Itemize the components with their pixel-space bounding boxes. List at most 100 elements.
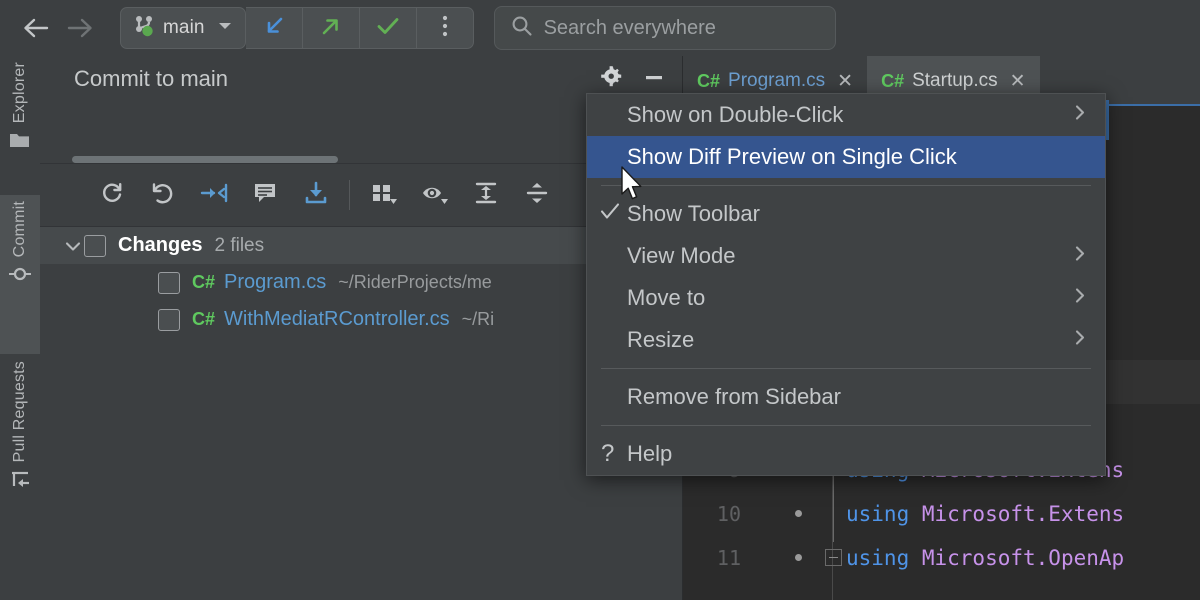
collapse-all-button[interactable]	[511, 172, 562, 218]
line-number: 10	[683, 502, 741, 526]
expand-all-button[interactable]	[460, 172, 511, 218]
folder-icon	[9, 131, 31, 154]
menu-item-label: Move to	[627, 285, 705, 311]
sidebar-item-explorer[interactable]: Explorer	[0, 56, 40, 194]
chevron-down-icon	[217, 19, 233, 37]
file-path: ~/RiderProjects/me	[338, 272, 492, 293]
code-namespace-suffix: .OpenAp	[1036, 546, 1125, 570]
file-checkbox[interactable]	[158, 309, 180, 331]
changes-group-checkbox[interactable]	[84, 235, 106, 257]
tab-label: Startup.cs	[912, 70, 998, 92]
menu-item-help[interactable]: ? Help	[587, 433, 1105, 475]
chevron-right-icon	[1073, 328, 1087, 353]
commit-window-scrollbar[interactable]	[72, 156, 338, 163]
forward-button[interactable]	[58, 6, 102, 50]
menu-item-remove-from-sidebar[interactable]: Remove from Sidebar	[587, 376, 1105, 418]
code-fold-toggle[interactable]	[825, 549, 842, 566]
git-branch-icon	[133, 14, 155, 43]
commit-message-button[interactable]	[239, 172, 290, 218]
csharp-file-icon: C#	[192, 309, 215, 330]
arrow-left-icon	[21, 15, 51, 41]
menu-item-view-mode[interactable]: View Mode	[587, 235, 1105, 277]
commit-button[interactable]	[360, 7, 417, 49]
group-by-icon	[370, 180, 398, 211]
code-namespace: Microsoft	[909, 502, 1035, 526]
sidebar-item-pull-requests[interactable]: Pull Requests	[0, 355, 40, 563]
file-name: Program.cs	[224, 271, 326, 294]
vertical-dots-icon	[441, 13, 449, 44]
update-project-button[interactable]	[246, 7, 303, 49]
file-name: WithMediatRController.cs	[224, 308, 450, 331]
code-namespace: Microsoft	[909, 546, 1035, 570]
close-icon[interactable]: ✕	[837, 70, 853, 93]
minimize-icon	[642, 65, 666, 94]
csharp-file-icon: C#	[697, 71, 720, 92]
search-everywhere-field[interactable]: Search everywhere	[494, 6, 836, 50]
tab-label: Program.cs	[728, 70, 825, 92]
csharp-file-icon: C#	[881, 71, 904, 92]
sidebar-item-label: Commit	[11, 201, 29, 257]
file-path: ~/Ri	[462, 309, 495, 330]
show-diff-button[interactable]	[188, 172, 239, 218]
menu-item-label: View Mode	[627, 243, 735, 269]
ide-window: main	[0, 0, 1200, 600]
code-line-text: using Microsoft.OpenAp	[846, 546, 1124, 570]
rollback-button[interactable]	[137, 172, 188, 218]
changes-group-label: Changes	[118, 234, 202, 257]
check-icon	[599, 202, 621, 227]
group-by-button[interactable]	[358, 172, 409, 218]
close-icon[interactable]: ✕	[1010, 70, 1026, 93]
chevron-down-icon[interactable]	[62, 239, 84, 253]
chevron-right-icon	[1073, 103, 1087, 128]
commit-node-icon	[8, 265, 32, 288]
arrow-up-right-icon	[318, 13, 344, 44]
file-checkbox[interactable]	[158, 272, 180, 294]
menu-item-show-on-double-click[interactable]: Show on Double-Click	[587, 94, 1105, 136]
menu-separator	[601, 425, 1091, 426]
menu-item-label: Help	[627, 441, 672, 467]
gear-icon	[600, 65, 624, 94]
refresh-changes-button[interactable]	[86, 172, 137, 218]
menu-item-move-to[interactable]: Move to	[587, 277, 1105, 319]
menu-item-label: Resize	[627, 327, 694, 353]
minimize-button[interactable]	[636, 61, 672, 97]
back-button[interactable]	[14, 6, 58, 50]
collapse-all-icon	[524, 180, 550, 211]
chevron-right-icon	[1073, 244, 1087, 269]
page-title: Commit to main	[74, 66, 228, 92]
search-icon	[511, 15, 533, 42]
pull-request-icon	[9, 470, 31, 495]
csharp-file-icon: C#	[192, 272, 215, 293]
update-files-button[interactable]	[290, 172, 341, 218]
gutter-marker-icon	[795, 510, 802, 517]
menu-item-show-toolbar[interactable]: Show Toolbar	[587, 193, 1105, 235]
gutter-marker-icon	[795, 554, 802, 561]
menu-item-label: Show Toolbar	[627, 201, 760, 227]
message-icon	[252, 180, 278, 211]
menu-separator	[601, 368, 1091, 369]
menu-item-label: Show Diff Preview on Single Click	[627, 144, 957, 170]
push-commits-button[interactable]	[303, 7, 360, 49]
left-tool-rail: Explorer Commit Pull Requests	[0, 56, 41, 600]
sidebar-item-label: Pull Requests	[11, 361, 29, 462]
code-namespace-suffix: .Extens	[1036, 502, 1125, 526]
sidebar-item-label: Explorer	[11, 62, 29, 123]
settings-button[interactable]	[594, 61, 630, 97]
menu-item-label: Remove from Sidebar	[627, 384, 841, 410]
menu-item-resize[interactable]: Resize	[587, 319, 1105, 361]
check-icon	[375, 13, 401, 44]
refresh-icon	[99, 180, 125, 211]
download-icon	[303, 180, 329, 211]
code-line-text: using Microsoft.Extens	[846, 502, 1124, 526]
question-mark-icon: ?	[601, 440, 614, 468]
more-vcs-actions-button[interactable]	[417, 7, 474, 49]
show-options-button[interactable]	[409, 172, 460, 218]
divider	[349, 180, 350, 210]
undo-icon	[150, 180, 176, 211]
code-keyword: using	[846, 546, 909, 570]
branch-widget[interactable]: main	[120, 7, 246, 49]
sidebar-item-commit[interactable]: Commit	[0, 195, 40, 354]
line-number: 11	[683, 546, 741, 570]
menu-item-show-diff-preview-on-single-click[interactable]: Show Diff Preview on Single Click	[587, 136, 1105, 178]
menu-separator	[601, 185, 1091, 186]
